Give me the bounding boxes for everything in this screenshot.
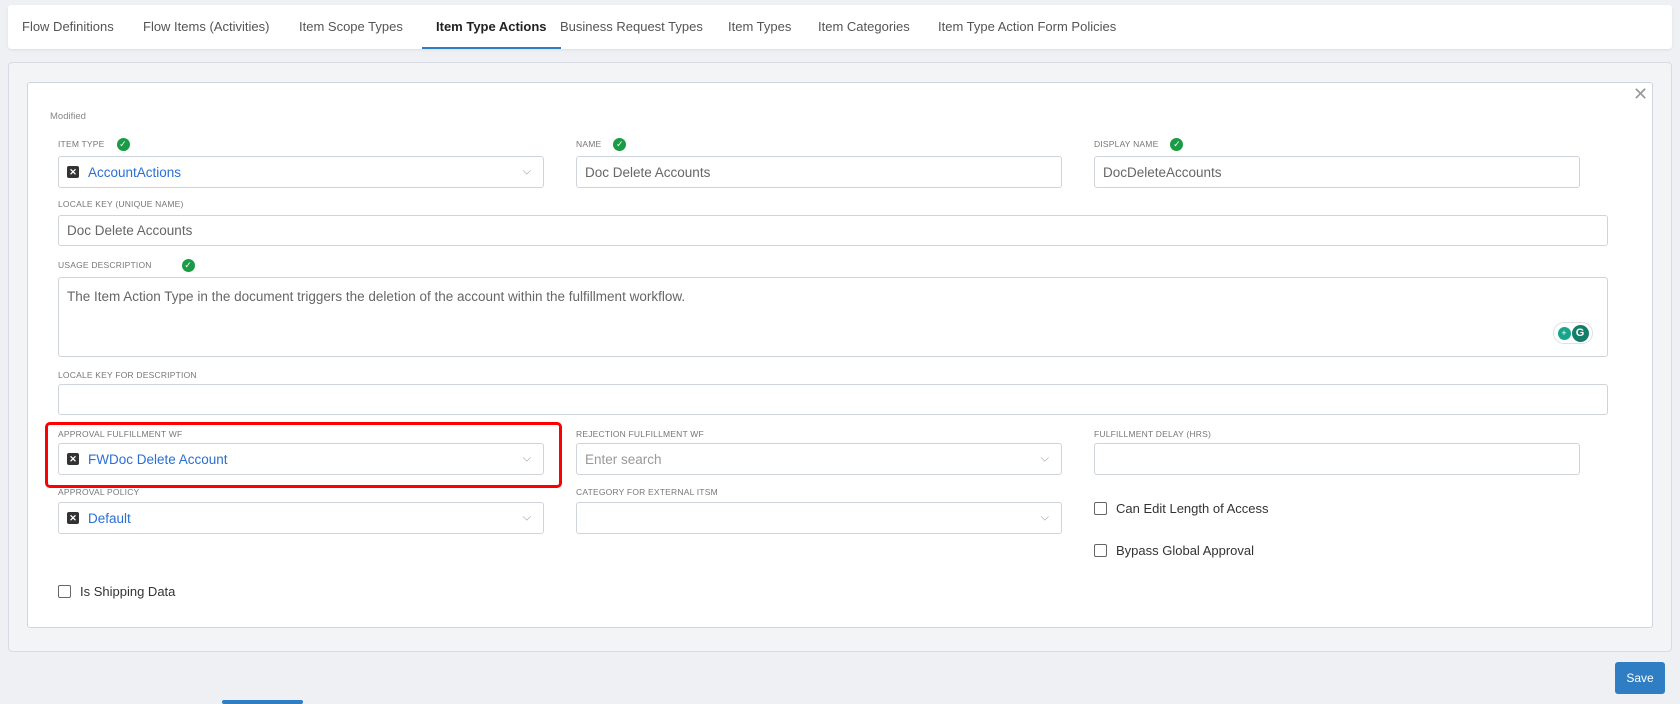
tab-business-request-types[interactable]: Business Request Types [560, 5, 703, 49]
fulfillment-delay-input[interactable] [1094, 443, 1580, 475]
tab-item-type-action-form-policies[interactable]: Item Type Action Form Policies [938, 5, 1116, 49]
usage-description-text: The Item Action Type in the document tri… [67, 289, 686, 304]
name-input[interactable]: Doc Delete Accounts [576, 156, 1062, 188]
tab-item-categories[interactable]: Item Categories [818, 5, 910, 49]
rejection-wf-label: REJECTION FULFILLMENT WF [576, 429, 704, 439]
tab-item-type-actions[interactable]: Item Type Actions [422, 5, 561, 49]
item-type-value: AccountActions [88, 164, 182, 180]
bypass-global-label: Bypass Global Approval [1116, 543, 1255, 558]
item-type-select[interactable]: ✕ AccountActions ⌵ [58, 156, 544, 188]
close-icon[interactable]: ✕ [1633, 84, 1648, 105]
approval-policy-select[interactable]: ✕ Default ⌵ [58, 502, 544, 534]
check-icon: ✓ [613, 138, 627, 151]
usage-description-textarea[interactable]: The Item Action Type in the document tri… [58, 277, 1608, 357]
clear-icon[interactable]: ✕ [67, 512, 79, 524]
clear-icon[interactable]: ✕ [67, 453, 79, 465]
checkbox-icon[interactable] [1094, 544, 1107, 557]
checkbox-icon[interactable] [1094, 502, 1107, 515]
approval-policy-value: Default [88, 510, 131, 526]
fulfillment-delay-label: FULFILLMENT DELAY (HRS) [1094, 429, 1212, 439]
rejection-wf-select[interactable]: Enter search ⌵ [576, 443, 1062, 475]
tab-item-scope-types[interactable]: Item Scope Types [299, 5, 403, 49]
approval-policy-label: APPROVAL POLICY [58, 487, 140, 497]
check-icon: ✓ [181, 259, 195, 272]
status-text: Modified [50, 111, 86, 122]
chevron-down-icon: ⌵ [522, 165, 531, 178]
grammarly-widget[interactable]: + G [1553, 322, 1593, 344]
chevron-down-icon: ⌵ [522, 511, 531, 524]
checkbox-icon[interactable] [58, 585, 71, 598]
locale-key-label: LOCALE KEY (UNIQUE NAME) [58, 199, 184, 209]
tab-item-types[interactable]: Item Types [728, 5, 791, 49]
can-edit-length-label: Can Edit Length of Access [1116, 501, 1269, 516]
locale-key-description-input[interactable] [58, 384, 1608, 415]
is-shipping-label: Is Shipping Data [80, 584, 176, 599]
category-itsm-select[interactable]: ⌵ [576, 502, 1062, 534]
save-button[interactable]: Save [1615, 662, 1665, 694]
approval-wf-select[interactable]: ✕ FWDoc Delete Account ⌵ [58, 443, 544, 475]
display-name-label: DISPLAY NAME ✓ [1094, 138, 1184, 151]
tab-flow-definitions[interactable]: Flow Definitions [22, 5, 114, 49]
chevron-down-icon: ⌵ [522, 452, 531, 465]
approval-wf-value: FWDoc Delete Account [88, 451, 228, 467]
clear-icon[interactable]: ✕ [67, 166, 79, 178]
tab-bar: Flow Definitions Flow Items (Activities)… [8, 5, 1672, 49]
approval-wf-label: APPROVAL FULFILLMENT WF [58, 429, 183, 439]
check-icon: ✓ [116, 138, 130, 151]
category-itsm-label: CATEGORY FOR EXTERNAL ITSM [576, 487, 718, 497]
is-shipping-data-checkbox[interactable]: Is Shipping Data [58, 584, 175, 599]
bypass-global-approval-checkbox[interactable]: Bypass Global Approval [1094, 543, 1254, 558]
locale-key-input[interactable]: Doc Delete Accounts [58, 215, 1608, 246]
offscreen-button[interactable] [222, 700, 303, 704]
tab-flow-items[interactable]: Flow Items (Activities) [143, 5, 269, 49]
item-type-label: ITEM TYPE ✓ [58, 138, 130, 151]
name-label: NAME ✓ [576, 138, 627, 151]
lightbulb-icon[interactable]: + [1557, 326, 1571, 340]
locale-key-description-label: LOCALE KEY FOR DESCRIPTION [58, 370, 197, 380]
chevron-down-icon: ⌵ [1040, 511, 1049, 524]
usage-description-label: USAGE DESCRIPTION ✓ [58, 259, 195, 272]
display-name-input[interactable]: DocDeleteAccounts [1094, 156, 1580, 188]
grammarly-icon[interactable]: G [1571, 324, 1589, 342]
check-icon: ✓ [1170, 138, 1184, 151]
can-edit-length-checkbox[interactable]: Can Edit Length of Access [1094, 501, 1268, 516]
rejection-wf-placeholder: Enter search [585, 451, 662, 467]
chevron-down-icon: ⌵ [1040, 452, 1049, 465]
